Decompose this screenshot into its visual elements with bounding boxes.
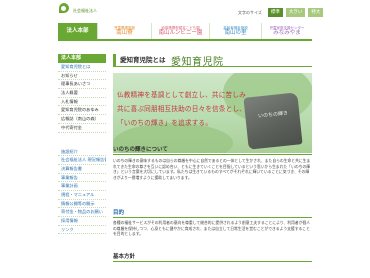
stone-monument <box>243 92 303 150</box>
section-heading-policy: 基本方針 <box>113 253 312 262</box>
sidebar-link-status-report[interactable]: 社会福祉法人 現況報告書 <box>58 156 106 165</box>
font-size-switcher: 文字のサイズ 標準 大きい 特大 <box>238 8 324 17</box>
font-size-label: 文字のサイズ <box>238 9 262 15</box>
sidebar-link-business-plan[interactable]: 事業計画 <box>58 182 106 191</box>
sidebar-item-newsletter[interactable]: 広報誌（南山の森） <box>58 115 106 124</box>
hero-image: いのちの輝き 仏教精神を基調として創立し、共に苦しみ 共に喜ぶ同朋相互扶助の日々… <box>113 73 312 153</box>
sidebar-item-donation[interactable]: 中代寄付金 <box>58 124 106 133</box>
sidebar-link-rules[interactable]: 規程・マニュアル <box>58 191 106 200</box>
sidebar-link-disclosure[interactable]: 情報公開等の開示 <box>58 200 106 209</box>
site-logo[interactable]: 社会福祉法人 愛知育児院 <box>58 3 223 68</box>
section-heading-purpose: 目的 <box>113 209 312 218</box>
sidebar-item-overview[interactable]: 法人概要 <box>58 89 106 98</box>
section-text-inochi: いのちの輝きの意味するものは自らの尊厳を中心に自然であるとの一体として生かされ、… <box>113 158 311 180</box>
sidebar-link-facilities[interactable]: 施設紹介 <box>58 148 106 157</box>
page-title: 愛知育児院とは <box>113 54 312 67</box>
sidebar-item-about[interactable]: 愛知育児院とは <box>58 63 106 72</box>
main-content: 愛知育児院とは いのちの輝き 仏教精神を基調として創立し、共に苦しみ 共に喜ぶ同… <box>113 54 312 262</box>
font-size-xlarge-button[interactable]: 特大 <box>308 8 324 17</box>
logo-icon <box>58 3 70 17</box>
sidebar-link-financial-report[interactable]: 決算報告書 <box>58 165 106 174</box>
hero-text-line: 「いのちの輝き」を追求する。 <box>117 119 213 127</box>
nav-divider <box>58 39 312 41</box>
nav-item-headquarters[interactable]: 法人本部 <box>58 23 98 39</box>
sidebar-link-links[interactable]: リンク <box>58 226 106 235</box>
nav-item-minamiyama-ryo[interactable]: 児童養護施設 南山寮 <box>98 23 152 39</box>
hero-text-line: 仏教精神を基調として創立し、共に苦しみ <box>117 91 246 99</box>
nav-item-lumbini-en[interactable]: 幼保連携型認定こども園 南山ルンビニー園 <box>152 23 210 39</box>
section-text-purpose: 各種の福祉サービスがその利用者の意向を尊重して総合的に提供されるよう創意工夫する… <box>113 220 311 237</box>
sidebar: 法人本部 愛知育児院とは お知らせ 理事長あいさつ 法人概要 入札情報 愛知育児… <box>58 54 106 235</box>
sidebar-heading: 法人本部 <box>58 54 106 63</box>
sidebar-item-history[interactable]: 愛知育児院のあゆみ <box>58 106 106 116</box>
nav-item-minamiyama-sato[interactable]: 高齢者福祉施設 南山の里 <box>210 23 262 39</box>
hero-text-line: 共に喜ぶ同朋相互扶助の日々を信条とし、 <box>117 105 247 113</box>
global-nav: 法人本部 児童養護施設 南山寮 幼保連携型認定こども園 南山ルンビニー園 高齢者… <box>58 23 312 39</box>
sidebar-link-recruit[interactable]: 採用情報 <box>58 217 106 226</box>
section-heading-inochi: いのちの輝きについて <box>113 146 312 155</box>
sidebar-link-donations[interactable]: 寄付金・物品のお願い <box>58 208 106 217</box>
sidebar-link-business-report[interactable]: 事業報告 <box>58 174 106 183</box>
org-subtitle: 社会福祉法人 <box>73 7 97 13</box>
sidebar-item-news[interactable]: お知らせ <box>58 72 106 81</box>
nav-item-minamiyama[interactable]: 児童家庭支援センター みなみやま <box>262 23 312 39</box>
font-size-normal-button[interactable]: 標準 <box>267 8 283 17</box>
sidebar-item-bidding[interactable]: 入札情報 <box>58 98 106 107</box>
font-size-large-button[interactable]: 大きい <box>285 8 306 17</box>
sidebar-item-greeting[interactable]: 理事長あいさつ <box>58 80 106 90</box>
